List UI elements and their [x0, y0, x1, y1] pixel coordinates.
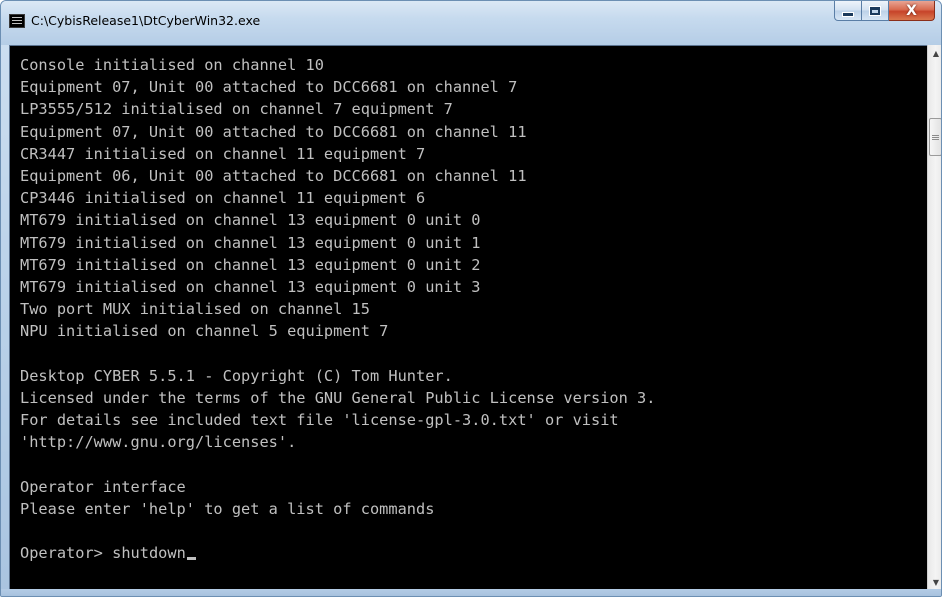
- title-bar[interactable]: C:\CybisRelease1\DtCyberWin32.exe X: [1, 1, 941, 45]
- chevron-up-icon: ▲: [932, 49, 940, 58]
- console-line: MT679 initialised on channel 13 equipmen…: [20, 255, 481, 274]
- console-line: MT679 initialised on channel 13 equipmen…: [20, 277, 481, 296]
- console-line: MT679 initialised on channel 13 equipmen…: [20, 233, 481, 252]
- console-line: 'http://www.gnu.org/licenses'.: [20, 433, 297, 452]
- console-text: Console initialised on channel 10 Equipme…: [20, 54, 655, 564]
- scrollbar-thumb[interactable]: [929, 118, 941, 156]
- console-line: Equipment 07, Unit 00 attached to DCC668…: [20, 122, 527, 141]
- console-line: CR3447 initialised on channel 11 equipme…: [20, 144, 426, 163]
- close-button[interactable]: X: [889, 1, 935, 21]
- prompt-line[interactable]: Operator> shutdown: [20, 542, 655, 564]
- console-line: Console initialised on channel 10: [20, 56, 324, 74]
- maximize-icon: [870, 6, 880, 15]
- console-line: Operator interface: [20, 477, 186, 496]
- window-bottom-frame: [1, 589, 941, 596]
- vertical-scrollbar[interactable]: ▲ ▼: [927, 45, 941, 591]
- console-line: LP3555/512 initialised on channel 7 equi…: [20, 100, 453, 119]
- minimize-button[interactable]: [834, 1, 862, 21]
- console-line: CP3446 initialised on channel 11 equipme…: [20, 189, 426, 208]
- close-icon: X: [906, 2, 917, 19]
- maximize-button[interactable]: [862, 1, 889, 21]
- console-output[interactable]: Console initialised on channel 10 Equipme…: [9, 45, 927, 591]
- text-cursor: [186, 557, 196, 561]
- scroll-up-button[interactable]: ▲: [928, 45, 941, 62]
- console-line: Desktop CYBER 5.5.1 - Copyright (C) Tom …: [20, 366, 453, 385]
- console-line: Equipment 07, Unit 00 attached to DCC668…: [20, 78, 518, 97]
- console-line: MT679 initialised on channel 13 equipmen…: [20, 211, 481, 230]
- grip-icon: [932, 134, 939, 136]
- console-line: Two port MUX initialised on channel 15: [20, 300, 370, 319]
- console-window: C:\CybisRelease1\DtCyberWin32.exe X Cons…: [0, 0, 942, 597]
- command-input[interactable]: shutdown: [112, 544, 186, 562]
- console-line: Please enter 'help' to get a list of com…: [20, 499, 435, 518]
- console-line: NPU initialised on channel 5 equipment 7: [20, 322, 389, 341]
- prompt-label: Operator>: [20, 544, 113, 563]
- console-line: Licensed under the terms of the GNU Gene…: [20, 388, 656, 407]
- console-line: For details see included text file 'lice…: [20, 411, 619, 429]
- minimize-icon: [843, 12, 853, 16]
- console-line: Equipment 06, Unit 00 attached to DCC668…: [20, 166, 527, 185]
- caption-buttons: X: [834, 1, 935, 23]
- chevron-down-icon: ▼: [932, 578, 940, 587]
- window-title: C:\CybisRelease1\DtCyberWin32.exe: [31, 13, 261, 28]
- console-app-icon[interactable]: [9, 14, 25, 28]
